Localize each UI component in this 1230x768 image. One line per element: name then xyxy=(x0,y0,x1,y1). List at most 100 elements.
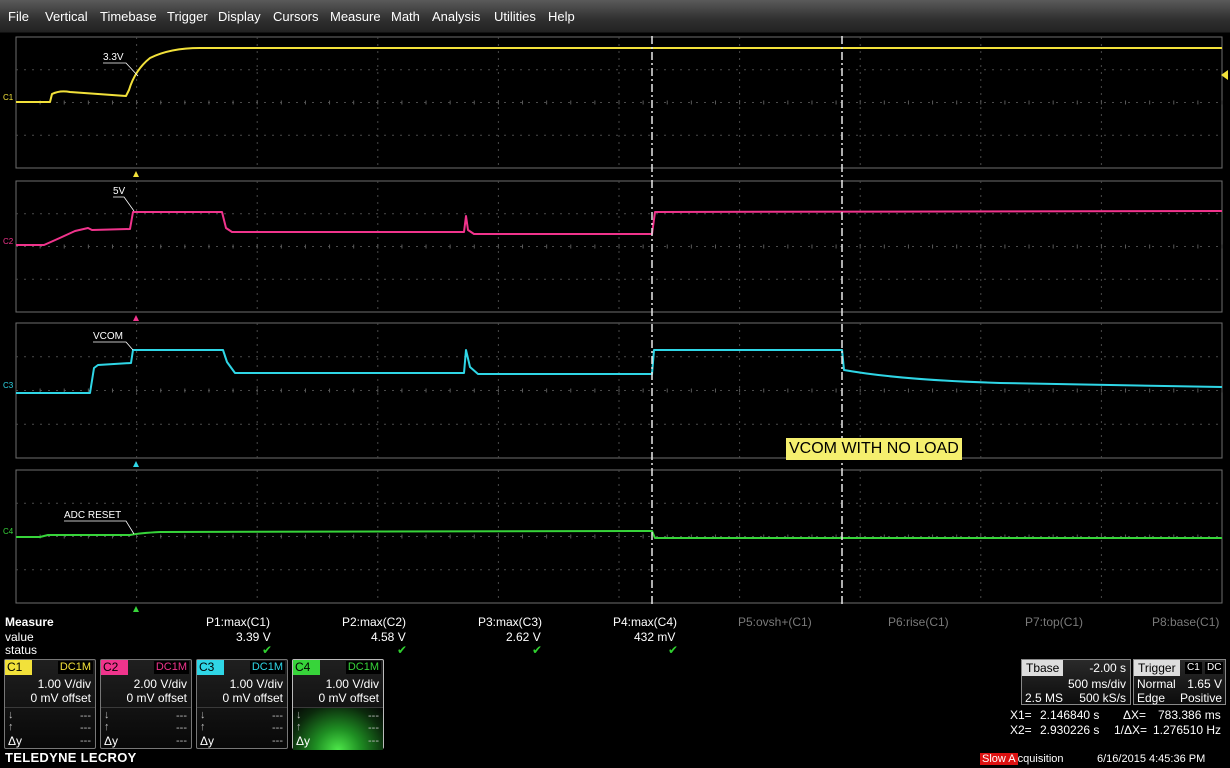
channel-descriptor-c2[interactable]: C2 DC1M 2.00 V/div 0 mV offset ↓ ↑ Δy --… xyxy=(100,659,192,749)
arrow-up-icon: ↑ xyxy=(8,721,14,733)
param-p6-name[interactable]: P6:rise(C1) xyxy=(888,615,949,629)
channel-label-c2: C2 xyxy=(3,237,14,246)
arrow-up-icon: ↑ xyxy=(104,721,110,733)
trigger-marker-icon xyxy=(133,171,139,177)
channel-tag: C2 xyxy=(101,660,128,675)
trigger-source: C1 xyxy=(1185,662,1202,674)
arrow-down-icon: ↓ xyxy=(104,709,110,721)
channel-tag: C1 xyxy=(5,660,32,675)
descriptor-subpanel: ↓ ↑ Δy --- --- --- xyxy=(5,707,95,750)
waveform-display[interactable]: C1 C2 C3 C4 3.3V 5V VCOM ADC RESET xyxy=(0,0,1230,612)
param-p1-name[interactable]: P1:max(C1) xyxy=(206,615,270,629)
acquisition-status: Slow Acquisition xyxy=(980,753,1064,765)
x2-label: X2= xyxy=(1010,723,1032,737)
param-p5-name[interactable]: P5:ovsh+(C1) xyxy=(738,615,812,629)
brand-logo: TELEDYNE LECROY xyxy=(5,750,137,765)
offset-value: 0 mV offset xyxy=(222,691,283,705)
trigger-level: 1.65 V xyxy=(1187,677,1222,691)
svg-text:ADC RESET: ADC RESET xyxy=(64,510,121,521)
timebase-descriptor[interactable]: Tbase -2.00 s 500 ms/div 2.5 MS 500 kS/s xyxy=(1021,659,1131,705)
param-p8-name[interactable]: P8:base(C1) xyxy=(1152,615,1219,629)
delta-y-label: Δy xyxy=(104,734,119,748)
param-p7-name[interactable]: P7:top(C1) xyxy=(1025,615,1083,629)
volts-per-div: 1.00 V/div xyxy=(325,677,379,691)
trigger-slope: Positive xyxy=(1179,691,1222,705)
x1-label: X1= xyxy=(1010,708,1032,722)
trace-annotations: C1 C2 C3 C4 3.3V 5V VCOM ADC RESET xyxy=(3,52,1228,536)
trigger-descriptor[interactable]: Trigger C1 DC Normal 1.65 V Edge Positiv… xyxy=(1133,659,1226,705)
acquisition-text: cquisition xyxy=(1017,753,1064,765)
param-p3-status-icon: ✔ xyxy=(532,643,543,657)
date-time: 6/16/2015 4:45:36 PM xyxy=(1097,753,1206,765)
channel-label-c1: C1 xyxy=(3,93,14,102)
channel-descriptor-c4[interactable]: C4 DC1M 1.00 V/div 0 mV offset ↓ ↑ Δy --… xyxy=(292,659,384,750)
annotation-c1: 3.3V xyxy=(103,52,139,77)
timebase-samples: 2.5 MS xyxy=(1025,691,1064,705)
arrow-down-icon: ↓ xyxy=(8,709,14,721)
trigger-type: Edge xyxy=(1137,691,1166,705)
graticule-c2 xyxy=(15,180,1223,321)
volts-per-div: 1.00 V/div xyxy=(229,677,283,691)
graticule-c4 xyxy=(15,469,1223,612)
measure-row-value: value xyxy=(5,630,34,644)
measure-table[interactable]: Measure value status P1:max(C1) 3.39 V ✔… xyxy=(0,612,1230,658)
annotation-c3: VCOM xyxy=(93,331,134,351)
readout-dash: --- xyxy=(272,710,283,722)
note-label: VCOM WITH NO LOAD xyxy=(786,438,962,460)
annotation-c2: 5V xyxy=(113,186,135,212)
delta-y-label: Δy xyxy=(200,734,215,748)
param-p4-name[interactable]: P4:max(C4) xyxy=(613,615,677,629)
channel-label-c3: C3 xyxy=(3,381,14,390)
trigger-label: Trigger xyxy=(1134,660,1180,676)
param-p2-status-icon: ✔ xyxy=(397,643,408,657)
coupling-badge: DC1M xyxy=(249,661,285,674)
channel-tag: C4 xyxy=(293,660,320,675)
readout-dash: --- xyxy=(176,710,187,722)
measure-title: Measure xyxy=(5,615,54,629)
svg-text:VCOM: VCOM xyxy=(93,331,123,342)
inv-dx-value: 1.276510 Hz xyxy=(1153,723,1222,737)
param-p2-name[interactable]: P2:max(C2) xyxy=(342,615,406,629)
readout-dash: --- xyxy=(272,735,283,747)
measure-row-status: status xyxy=(5,643,38,657)
x2-value: 2.930226 s xyxy=(1040,723,1100,737)
readout-dash: --- xyxy=(176,722,187,734)
arrow-down-icon: ↓ xyxy=(296,709,302,721)
channel-descriptor-c1[interactable]: C1 DC1M 1.00 V/div 0 mV offset ↓ ↑ Δy --… xyxy=(4,659,96,749)
trigger-coupling: DC xyxy=(1205,662,1224,674)
channel-descriptor-c3[interactable]: C3 DC1M 1.00 V/div 0 mV offset ↓ ↑ Δy --… xyxy=(196,659,288,749)
delta-y-label: Δy xyxy=(296,734,311,748)
param-p4-status-icon: ✔ xyxy=(668,643,679,657)
offset-value: 0 mV offset xyxy=(318,691,379,705)
readout-dash: --- xyxy=(80,710,91,722)
svg-text:3.3V: 3.3V xyxy=(103,52,124,63)
readout-dash: --- xyxy=(176,735,187,747)
arrow-down-icon: ↓ xyxy=(200,709,206,721)
param-p2-value: 4.58 V xyxy=(371,630,406,644)
svg-text:5V: 5V xyxy=(113,186,126,197)
annotation-c4: ADC RESET xyxy=(64,510,135,535)
readout-dash: --- xyxy=(80,722,91,734)
offset-value: 0 mV offset xyxy=(126,691,187,705)
timebase-label: Tbase xyxy=(1022,660,1064,676)
channel-label-c4: C4 xyxy=(3,527,14,536)
inv-dx-label: 1/ΔX= xyxy=(1114,723,1148,737)
channel-tag: C3 xyxy=(197,660,224,675)
param-p3-name[interactable]: P3:max(C3) xyxy=(478,615,542,629)
timebase-rate: 500 kS/s xyxy=(1079,691,1126,705)
param-p4-value: 432 mV xyxy=(634,630,676,644)
param-p1-status-icon: ✔ xyxy=(262,643,273,657)
readout-dash: --- xyxy=(80,735,91,747)
offset-value: 0 mV offset xyxy=(30,691,91,705)
param-p3-value: 2.62 V xyxy=(506,630,541,644)
arrow-up-icon: ↑ xyxy=(200,721,206,733)
trigger-marker-icon xyxy=(133,315,139,321)
descriptor-subpanel: ↓ ↑ Δy --- --- --- xyxy=(101,707,191,750)
cursor-lines[interactable] xyxy=(651,36,843,604)
graticules xyxy=(15,36,1223,612)
arrow-up-icon: ↑ xyxy=(296,721,302,733)
volts-per-div: 1.00 V/div xyxy=(37,677,91,691)
coupling-badge: DC1M xyxy=(153,661,189,674)
readout-dash: --- xyxy=(272,722,283,734)
slow-acquisition-flag: Slow A xyxy=(980,753,1018,765)
